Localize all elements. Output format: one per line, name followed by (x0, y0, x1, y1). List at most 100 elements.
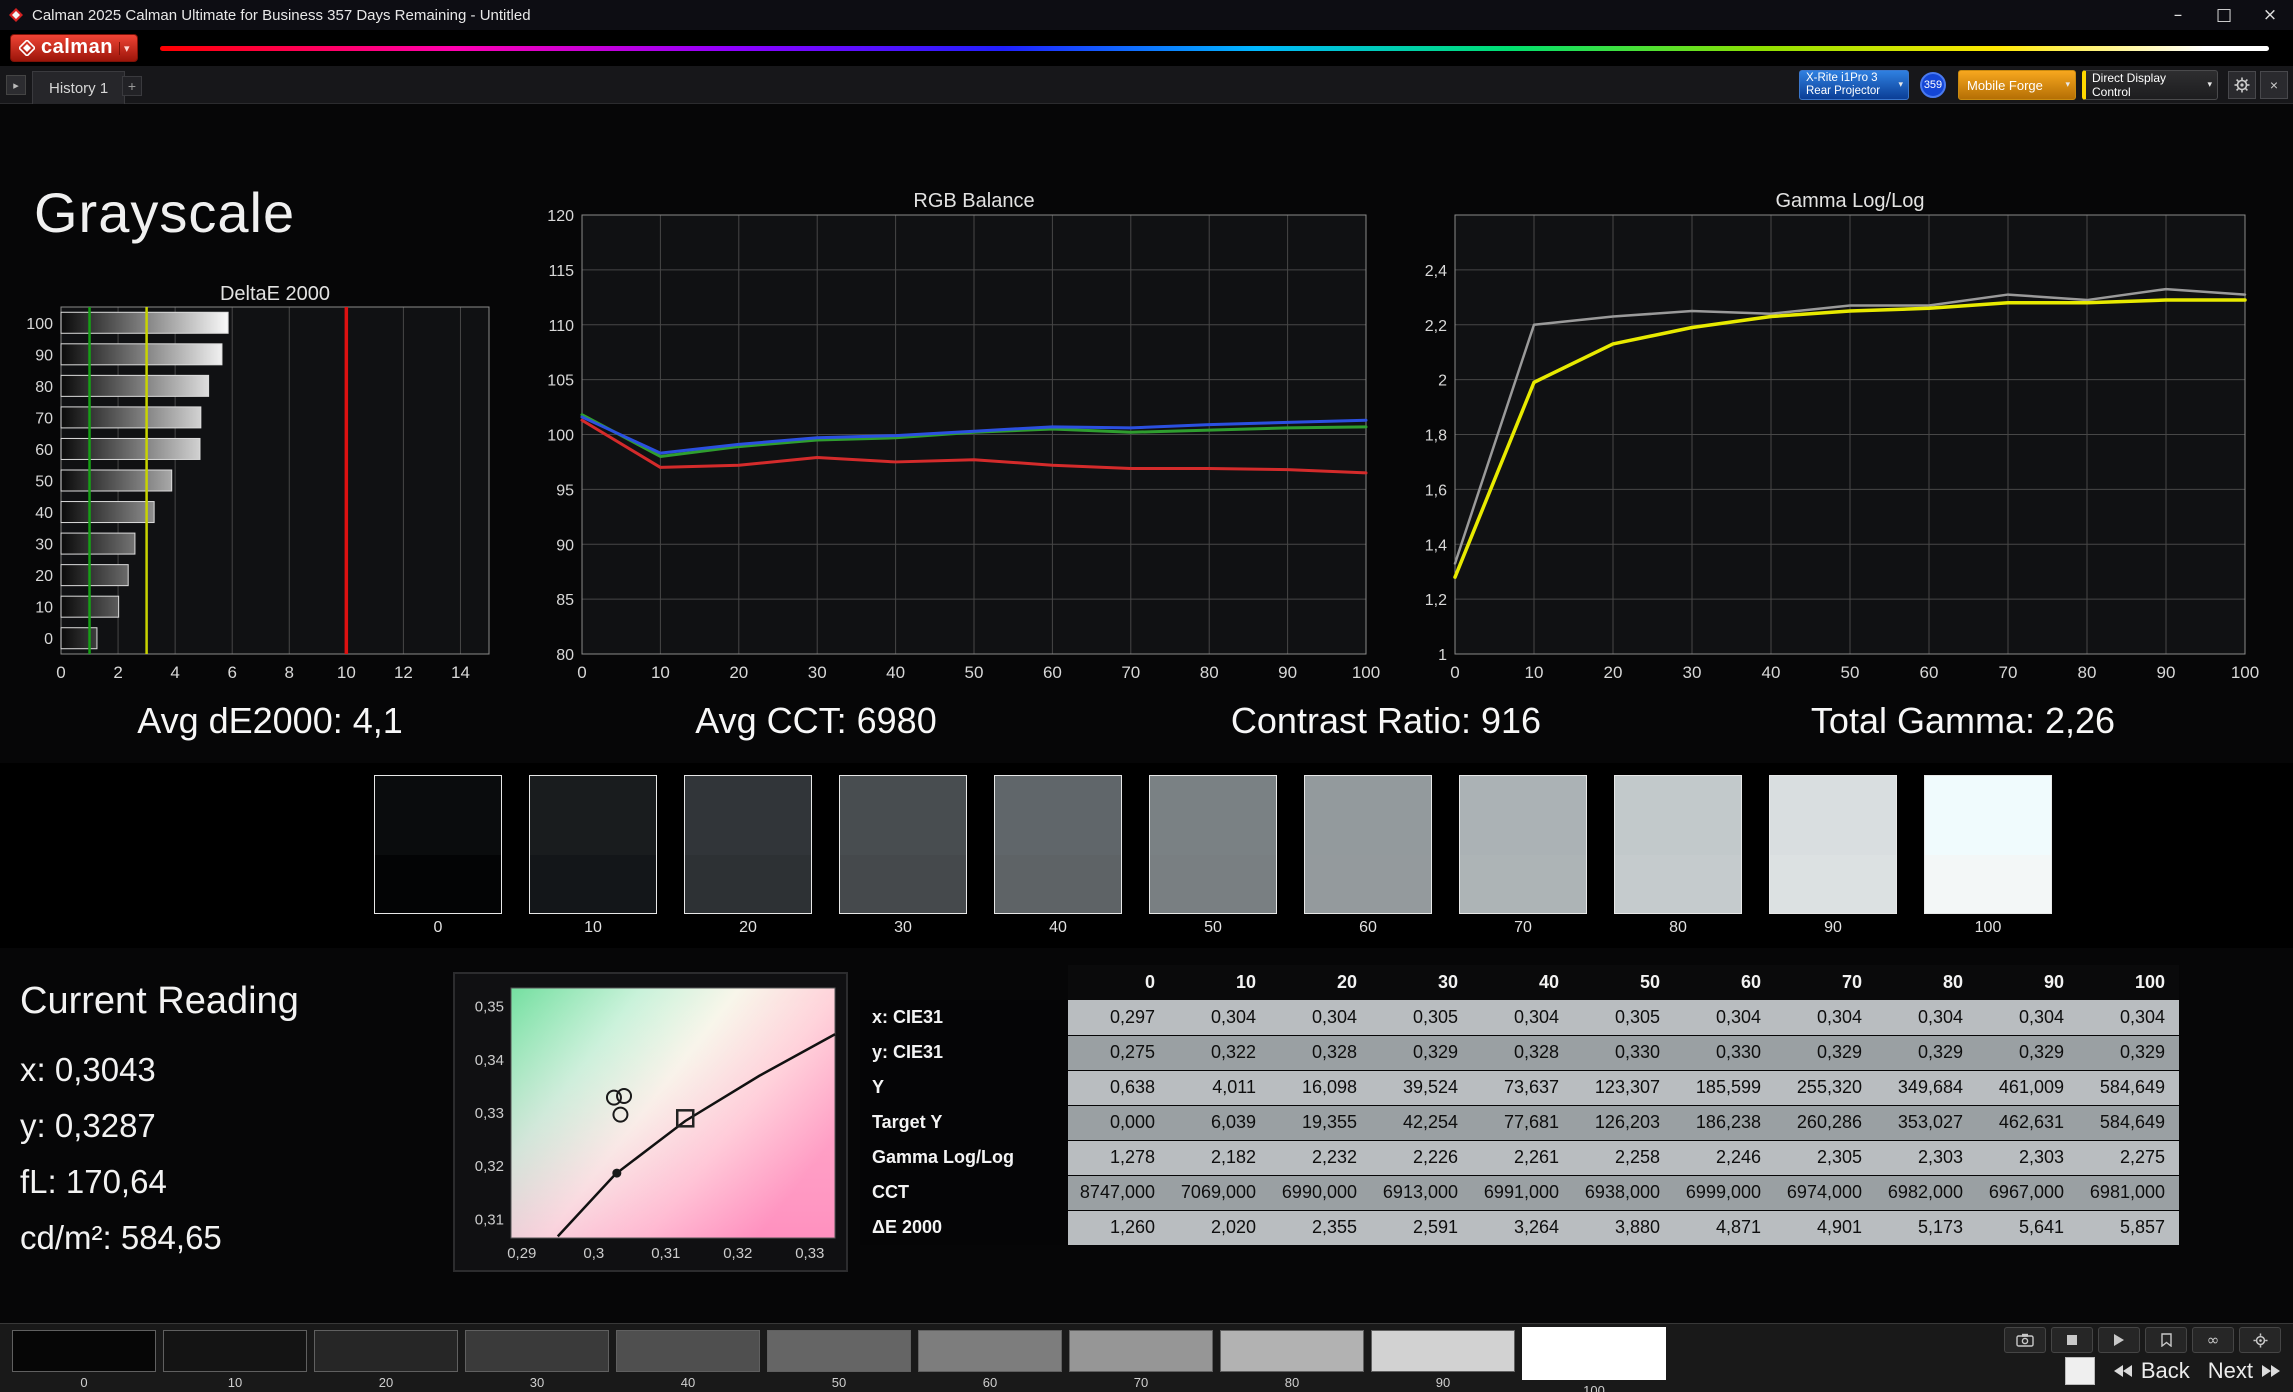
meter-selector-dropdown[interactable]: X-Rite i1Pro 3 Rear Projector ▾ (1799, 70, 1909, 100)
current-reading-title: Current Reading (20, 980, 299, 1022)
patch-preview-button[interactable] (2064, 1357, 2095, 1385)
swatch-actual-20 (685, 776, 811, 856)
navigation-row: Back Next (2064, 1357, 2281, 1385)
patch-30[interactable]: 30 (465, 1330, 609, 1390)
snapshot-button[interactable] (2004, 1327, 2046, 1353)
calman-menu-button[interactable]: calman ▾ (10, 34, 139, 62)
menu-bar: calman ▾ (0, 30, 2293, 66)
maximize-button[interactable]: □ (2201, 0, 2247, 30)
close-button[interactable]: × (2247, 0, 2293, 30)
tab-history-1[interactable]: History 1 (32, 71, 126, 104)
table-row-label: y: CIE31 (860, 1035, 1068, 1070)
svg-text:50: 50 (965, 663, 984, 682)
back-button[interactable]: Back (2113, 1358, 2190, 1384)
svg-text:95: 95 (556, 482, 574, 499)
summary-stats-row: Avg dE2000: 4,1 Avg CCT: 6980 Contrast Rat… (0, 700, 2293, 748)
patch-90[interactable]: 90 (1371, 1330, 1515, 1390)
continuous-measure-button[interactable]: ∞ (2192, 1327, 2234, 1353)
display-control-dropdown[interactable]: Direct Display Control ▾ (2082, 70, 2218, 100)
patch-50[interactable]: 50 (767, 1330, 911, 1390)
patch-label-30: 30 (529, 1375, 545, 1390)
table-cell: 349,684 (1876, 1070, 1977, 1106)
next-button[interactable]: Next (2208, 1358, 2281, 1384)
table-cell: 5,641 (1977, 1210, 2078, 1246)
swatch-actual-80 (1615, 776, 1741, 856)
table-cell: 0,328 (1472, 1035, 1573, 1071)
svg-text:14: 14 (451, 663, 470, 682)
source-selector-dropdown[interactable]: Mobile Forge ▾ (1958, 70, 2076, 100)
table-cell: 126,203 (1573, 1105, 1674, 1141)
meter-status-badge[interactable]: 359 (1920, 72, 1946, 98)
swatch-target-70 (1460, 855, 1586, 913)
table-cell: 123,307 (1573, 1070, 1674, 1106)
expand-sidebar-button[interactable]: ▸ (6, 75, 26, 95)
patch-10[interactable]: 10 (163, 1330, 307, 1390)
stop-button[interactable] (2051, 1327, 2093, 1353)
cie-chart-panel: 0,29 0,3 0,31 0,32 0,33 0,35 0,34 0,33 0,32 0,31 (453, 972, 848, 1272)
table-cell: 5,173 (1876, 1210, 1977, 1246)
table-col-header-90: 90 (1977, 965, 2078, 1000)
swatch-label-100: 100 (1974, 919, 2002, 936)
patch-20[interactable]: 20 (314, 1330, 458, 1390)
table-cell: 4,901 (1775, 1210, 1876, 1246)
table-row: Target Y 0,000 6,039 19,355 42,254 77,681 126,… (860, 1105, 2179, 1141)
table-cell: 2,303 (1977, 1140, 2078, 1176)
table-cell: 0,328 (1270, 1035, 1371, 1071)
table-row-label: CCT (860, 1175, 1068, 1210)
deltae-bar-90 (60, 343, 223, 366)
table-cell: 2,303 (1876, 1140, 1977, 1176)
table-col-header-70: 70 (1775, 965, 1876, 1000)
patch-80[interactable]: 80 (1220, 1330, 1364, 1390)
svg-text:0,35: 0,35 (475, 999, 504, 1016)
patch-100[interactable]: 100 (1522, 1327, 1666, 1392)
add-tab-button[interactable]: + (122, 76, 142, 96)
window-titlebar: Calman 2025 Calman Ultimate for Business… (0, 0, 2293, 30)
svg-text:70: 70 (1121, 663, 1140, 682)
table-cell: 0,297 (1068, 1000, 1169, 1036)
rgb-balance-line-chart: 0 10 20 30 40 50 60 70 80 90 100 120 115 110 105 100 95 9… (547, 208, 1380, 682)
svg-text:40: 40 (886, 663, 905, 682)
close-panel-button[interactable]: × (2260, 71, 2288, 99)
swatch-box-10 (529, 775, 657, 914)
reading-line-0: x: 0,3043 (20, 1051, 156, 1088)
table-cell: 6913,000 (1371, 1175, 1472, 1211)
table-cell: 6991,000 (1472, 1175, 1573, 1211)
svg-text:90: 90 (2157, 663, 2176, 682)
svg-text:70: 70 (1999, 663, 2018, 682)
meter-mode: Rear Projector (1806, 85, 1881, 97)
settings-button[interactable] (2228, 71, 2256, 99)
minimize-button[interactable]: – (2155, 0, 2201, 30)
swatch-target-10 (530, 855, 656, 913)
svg-text:100: 100 (26, 316, 53, 333)
patch-row: 0 10 20 30 40 50 60 70 80 90 100 (12, 1327, 1666, 1392)
swatch-label-70: 70 (1514, 919, 1532, 936)
table-cell: 0,638 (1068, 1070, 1169, 1106)
swatch-box-90 (1769, 775, 1897, 914)
options-button[interactable] (2239, 1327, 2281, 1353)
deltae-bar-30 (60, 532, 136, 555)
bookmark-button[interactable] (2145, 1327, 2187, 1353)
calman-logo-icon (19, 40, 35, 56)
camera-icon (2016, 1333, 2034, 1347)
play-icon (2114, 1334, 2124, 1346)
table-cell: 2,261 (1472, 1140, 1573, 1176)
svg-text:50: 50 (35, 474, 53, 491)
table-cell: 7069,000 (1169, 1175, 1270, 1211)
table-cell: 0,322 (1169, 1035, 1270, 1071)
svg-text:120: 120 (547, 208, 574, 225)
patch-0[interactable]: 0 (12, 1330, 156, 1390)
swatch-label-0: 0 (433, 919, 443, 936)
table-col-header-80: 80 (1876, 965, 1977, 1000)
table-col-header-60: 60 (1674, 965, 1775, 1000)
patch-label-70: 70 (1133, 1375, 1149, 1390)
table-cell: 77,681 (1472, 1105, 1573, 1141)
play-button[interactable] (2098, 1327, 2140, 1353)
patch-40[interactable]: 40 (616, 1330, 760, 1390)
patch-70[interactable]: 70 (1069, 1330, 1213, 1390)
patch-label-60: 60 (982, 1375, 998, 1390)
patch-60[interactable]: 60 (918, 1330, 1062, 1390)
swatch-target-90 (1770, 855, 1896, 913)
deltae-bar-20 (60, 564, 129, 587)
svg-text:0,34: 0,34 (475, 1052, 504, 1069)
table-cell: 2,355 (1270, 1210, 1371, 1246)
